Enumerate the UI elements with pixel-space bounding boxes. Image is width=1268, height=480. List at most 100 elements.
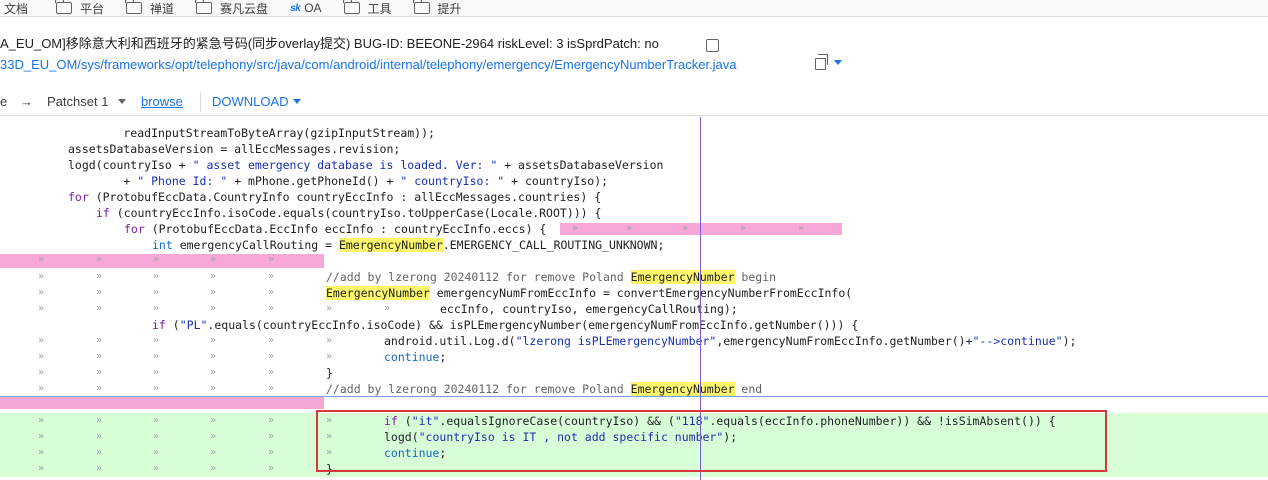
diff-line: + " Phone Id: " + mPhone.getPhoneId() + …	[0, 173, 1268, 189]
code-plain: );	[1062, 334, 1077, 348]
diff-line: assetsDatabaseVersion = allEccMessages.r…	[0, 141, 1268, 157]
code-text: readInputStreamToByteArray(gzipInputStre…	[68, 126, 435, 140]
bookmark-oa[interactable]: sk OA	[290, 0, 343, 16]
bookmark-label: 提升	[437, 1, 462, 16]
code-text: continue;	[384, 349, 446, 365]
code-plain: +	[68, 174, 138, 188]
oa-logo-icon: sk	[290, 2, 301, 14]
change-subject: A_EU_OM]移除意大利和西班牙的紧急号码(同步overlay提交) BUG-…	[0, 36, 659, 51]
code-keyword: continue	[384, 350, 440, 364]
code-string: "-->continue"	[972, 334, 1063, 348]
code-plain: android.util.Log.d(	[384, 334, 516, 348]
diff-line: for (ProtobufEccData.CountryInfo country…	[0, 189, 1268, 205]
search-highlight: EmergencyNumber	[630, 382, 735, 396]
diff-line: »»»»» //add by lzerong 20240112 for remo…	[38, 381, 763, 397]
bookmark-label: 文档	[4, 1, 29, 16]
code-plain: .EMERGENCY_CALL_ROUTING_UNKNOWN;	[442, 238, 665, 252]
code-string: " Phone Id: "	[137, 174, 228, 188]
search-highlight: EmergencyNumber	[326, 286, 430, 300]
bookmark-label: 赛凡云盘	[220, 1, 269, 16]
code-plain: (ProtobufEccData.CountryInfo countryEccI…	[88, 190, 602, 204]
diff-line: readInputStreamToByteArray(gzipInputStre…	[0, 125, 1268, 141]
code-plain: + assetsDatabaseVersion	[497, 158, 664, 172]
diff-line: for (ProtobufEccData.EccInfo eccInfo : c…	[0, 221, 1268, 237]
code-keyword: for	[68, 190, 89, 204]
code-plain: (countryEccInfo.isoCode.equals(countryIs…	[109, 206, 602, 220]
patchset-toolbar: e → Patchset 1 browse DOWNLOAD	[0, 88, 1268, 116]
code-text: for (ProtobufEccData.CountryInfo country…	[68, 189, 601, 205]
diff-line: »»»»»»» eccInfo, countryIso, emergencyCa…	[38, 302, 738, 316]
chevron-down-icon[interactable]	[834, 60, 842, 65]
code-keyword: for	[124, 222, 145, 236]
diff-line: »»»»» EmergencyNumber emergencyNumFromEc…	[38, 285, 853, 301]
bookmark-tools[interactable]: 工具	[342, 0, 414, 16]
bookmark-improve[interactable]: 提升	[412, 0, 484, 16]
code-text: int emergencyCallRouting = EmergencyNumb…	[152, 237, 664, 253]
bookmark-zentao[interactable]: 禅道	[125, 0, 196, 16]
code-plain: logd(countryIso +	[68, 158, 193, 172]
whitespace-line: »»»»»	[0, 253, 1268, 269]
code-keyword: if	[152, 318, 166, 332]
code-string: " countryIso: "	[400, 174, 505, 188]
change-header: A_EU_OM]移除意大利和西班牙的紧急号码(同步overlay提交) BUG-…	[0, 18, 1268, 80]
bookmark-platform[interactable]: 平台	[55, 0, 126, 16]
code-plain: ,emergencyNumFromEccInfo.getNumber()+	[716, 334, 973, 348]
bookmark-label: 禅道	[150, 1, 175, 16]
code-plain: emergencyNumFromEccInfo = convertEmergen…	[429, 286, 853, 300]
code-text: logd(countryIso + " asset emergency data…	[68, 157, 663, 173]
code-comment: end	[734, 382, 763, 396]
code-comment: begin	[734, 270, 777, 284]
code-text: if ("PL".equals(countryEccInfo.isoCode) …	[152, 317, 858, 333]
annotation-highlight-box	[316, 410, 1107, 472]
code-plain: emergencyCallRouting =	[172, 238, 339, 252]
code-string: "PL"	[179, 318, 208, 332]
removed-whitespace-mark	[0, 397, 324, 409]
code-text: EmergencyNumber emergencyNumFromEccInfo …	[326, 285, 852, 301]
diff-line: »»»»»» continue;	[38, 349, 447, 365]
code-plain: + mPhone.getPhoneId() +	[227, 174, 401, 188]
folder-icon	[342, 0, 360, 14]
code-plain: .equals(countryEccInfo.isoCode) && isPLE…	[207, 318, 859, 332]
folder-icon	[125, 0, 143, 14]
bookmarks-bar: 文档 平台 禅道 赛凡云盘 sk OA 工具 提升	[0, 0, 1268, 17]
arrow-right-icon: →	[20, 94, 33, 109]
bookmark-cloud-drive[interactable]: 赛凡云盘	[195, 0, 290, 16]
search-highlight: EmergencyNumber	[630, 270, 735, 284]
code-text: //add by lzerong 20240112 for remove Pol…	[326, 269, 776, 285]
code-string: " asset emergency database is loaded. Ve…	[192, 158, 498, 172]
code-text: //add by lzerong 20240112 for remove Pol…	[326, 381, 762, 397]
diff-line: »»»»» }	[38, 366, 333, 380]
bookmark-docs[interactable]: 文档	[0, 0, 56, 16]
base-patchset-label[interactable]: e	[0, 94, 7, 109]
diff-line: int emergencyCallRouting = EmergencyNumb…	[0, 237, 1268, 253]
folder-icon	[55, 0, 73, 14]
toolbar-divider	[200, 92, 201, 112]
patchset-selector[interactable]: Patchset 1	[47, 94, 108, 109]
copy-icon[interactable]	[815, 54, 828, 70]
bookmark-label: 工具	[367, 1, 392, 16]
chevron-down-icon[interactable]	[293, 99, 301, 104]
bookmark-label: 平台	[80, 1, 105, 16]
download-button[interactable]: DOWNLOAD	[212, 94, 289, 109]
code-plain: ;	[439, 350, 447, 364]
chevron-down-icon[interactable]	[118, 99, 126, 104]
folder-icon	[412, 0, 430, 14]
code-comment: //add by lzerong 20240112 for remove Pol…	[326, 270, 631, 284]
trailing-whitespace-mark: »»»»»	[560, 223, 842, 235]
code-plain: + countryIso);	[504, 174, 609, 188]
diff-line: »»»»»» android.util.Log.d("lzerong isPLE…	[38, 333, 1077, 349]
code-text: android.util.Log.d("lzerong isPLEmergenc…	[384, 333, 1076, 349]
code-text: }	[326, 366, 333, 380]
diff-line: if ("PL".equals(countryEccInfo.isoCode) …	[0, 317, 1268, 333]
folder-icon	[195, 0, 213, 14]
reviewed-checkbox[interactable]	[706, 39, 719, 52]
code-keyword: if	[96, 206, 110, 220]
diff-line: »»»»» //add by lzerong 20240112 for remo…	[38, 269, 777, 285]
search-highlight: EmergencyNumber	[338, 238, 443, 252]
browse-link[interactable]: browse	[141, 94, 183, 109]
code-comment: //add by lzerong 20240112 for remove Pol…	[326, 382, 631, 396]
file-path-link[interactable]: 33D_EU_OM/sys/frameworks/opt/telephony/s…	[0, 57, 737, 72]
code-text: if (countryEccInfo.isoCode.equals(countr…	[96, 205, 601, 221]
code-plain: (ProtobufEccData.EccInfo eccInfo : count…	[144, 222, 547, 236]
code-string: "lzerong isPLEmergencyNumber"	[515, 334, 717, 348]
